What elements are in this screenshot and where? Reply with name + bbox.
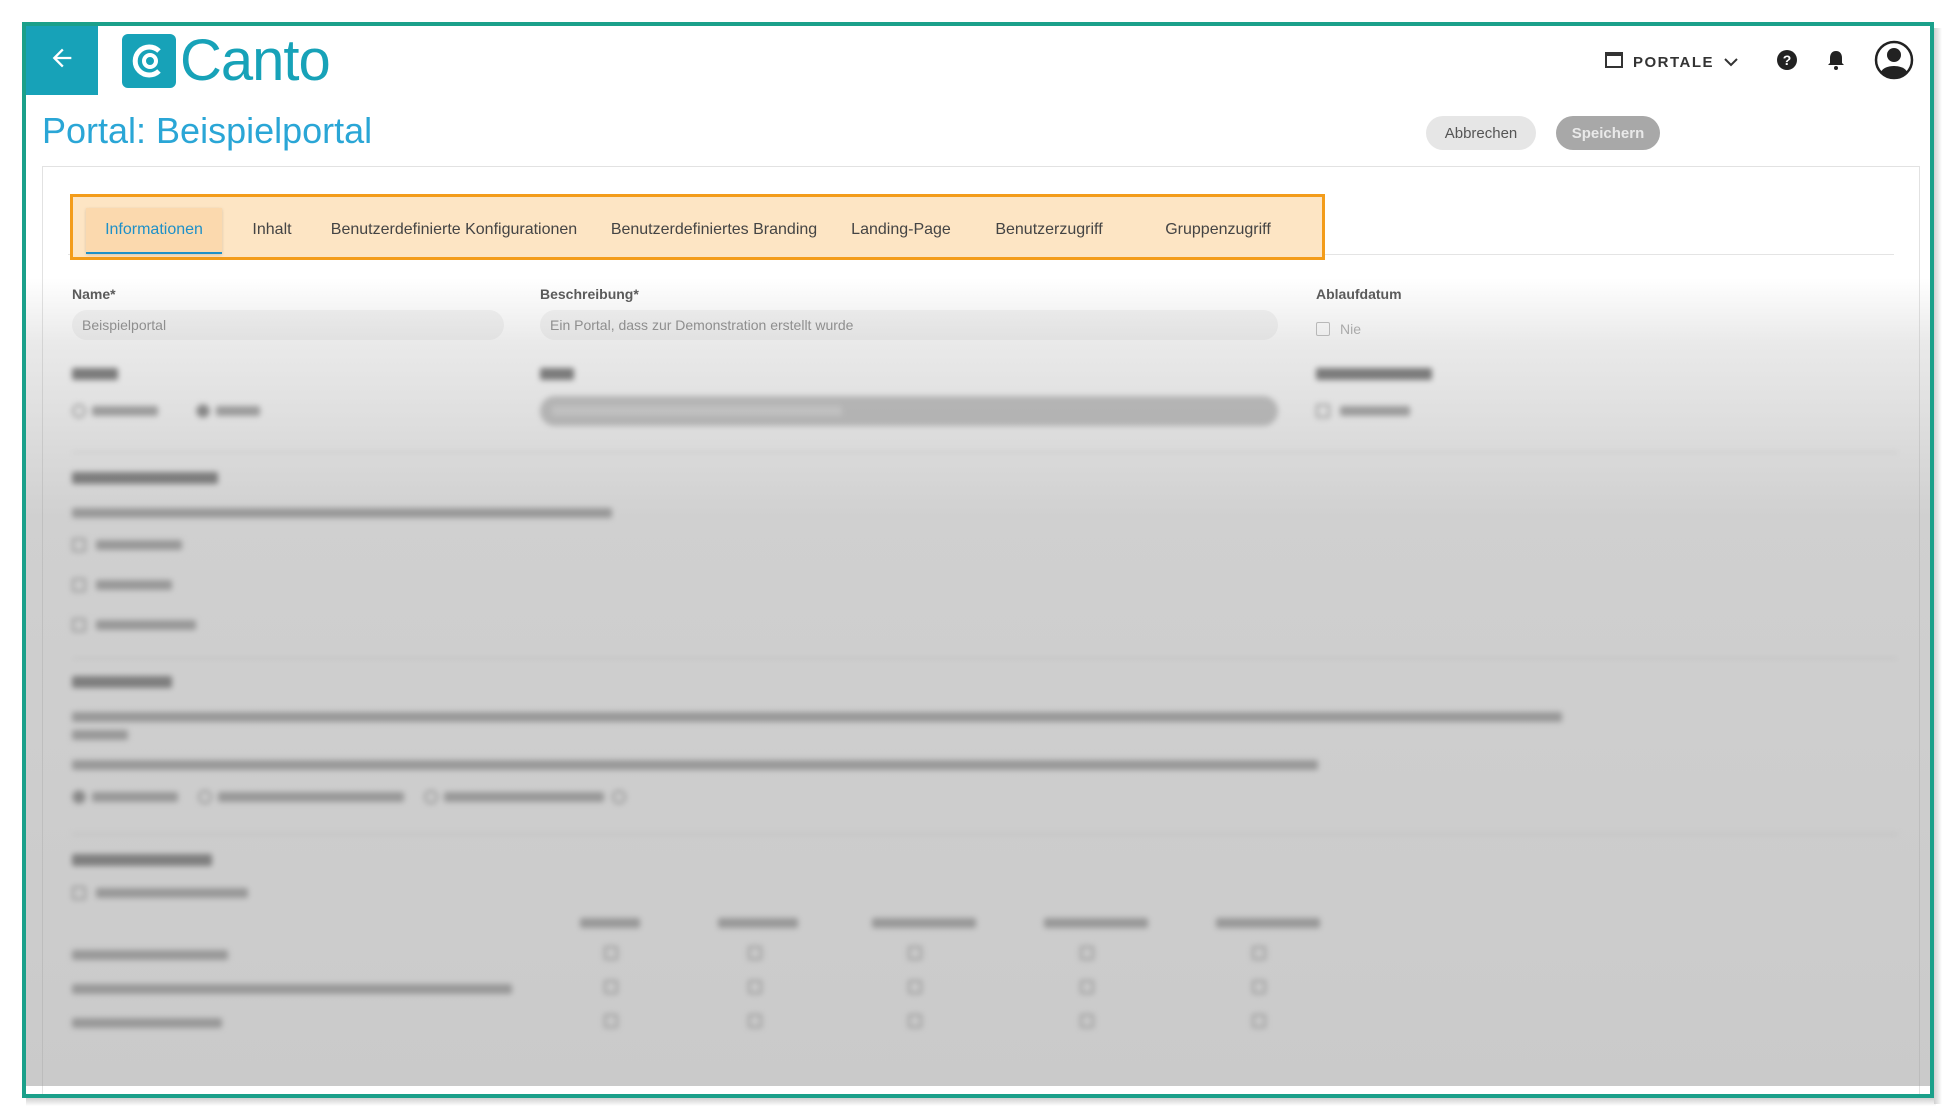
canto-logo: Canto — [122, 28, 331, 93]
svg-text:?: ? — [1783, 52, 1792, 68]
expiry-label: Ablaufdatum — [1316, 286, 1402, 302]
tab-landing-page[interactable]: Landing-Page — [842, 208, 960, 252]
notifications-button[interactable] — [1826, 49, 1846, 76]
window-icon — [1604, 52, 1623, 73]
arrow-left-icon — [48, 44, 76, 77]
tab-gruppenzugriff[interactable]: Gruppenzugriff — [1138, 208, 1298, 252]
blurred-form-sections — [26, 326, 1930, 1086]
canto-logo-text: Canto — [180, 28, 331, 93]
canto-logo-icon — [122, 34, 176, 88]
name-label: Name* — [72, 286, 116, 302]
bell-icon — [1826, 49, 1846, 76]
tab-benutzerdefinierte-konfigurationen[interactable]: Benutzerdefinierte Konfigurationen — [322, 208, 586, 252]
save-button[interactable]: Speichern — [1556, 116, 1660, 150]
tab-informationen[interactable]: Informationen — [86, 208, 222, 254]
back-button[interactable] — [26, 26, 98, 95]
user-avatar-icon — [1874, 40, 1914, 84]
description-label: Beschreibung* — [540, 286, 639, 302]
help-icon: ? — [1776, 49, 1798, 76]
tab-benutzerdefiniertes-branding[interactable]: Benutzerdefiniertes Branding — [604, 208, 824, 252]
chevron-down-icon — [1724, 54, 1738, 72]
cancel-button[interactable]: Abbrechen — [1426, 116, 1536, 150]
page-title: Portal: Beispielportal — [42, 110, 373, 151]
help-button[interactable]: ? — [1776, 49, 1798, 76]
tab-inhalt[interactable]: Inhalt — [240, 208, 304, 252]
portale-menu[interactable]: PORTALE — [1604, 52, 1738, 73]
portale-label: PORTALE — [1632, 54, 1714, 71]
tab-benutzerzugriff[interactable]: Benutzerzugriff — [978, 208, 1120, 252]
user-avatar-button[interactable] — [1874, 40, 1914, 85]
app-window: Canto PORTALE ? Portal: Beispielportal A… — [22, 22, 1934, 1098]
